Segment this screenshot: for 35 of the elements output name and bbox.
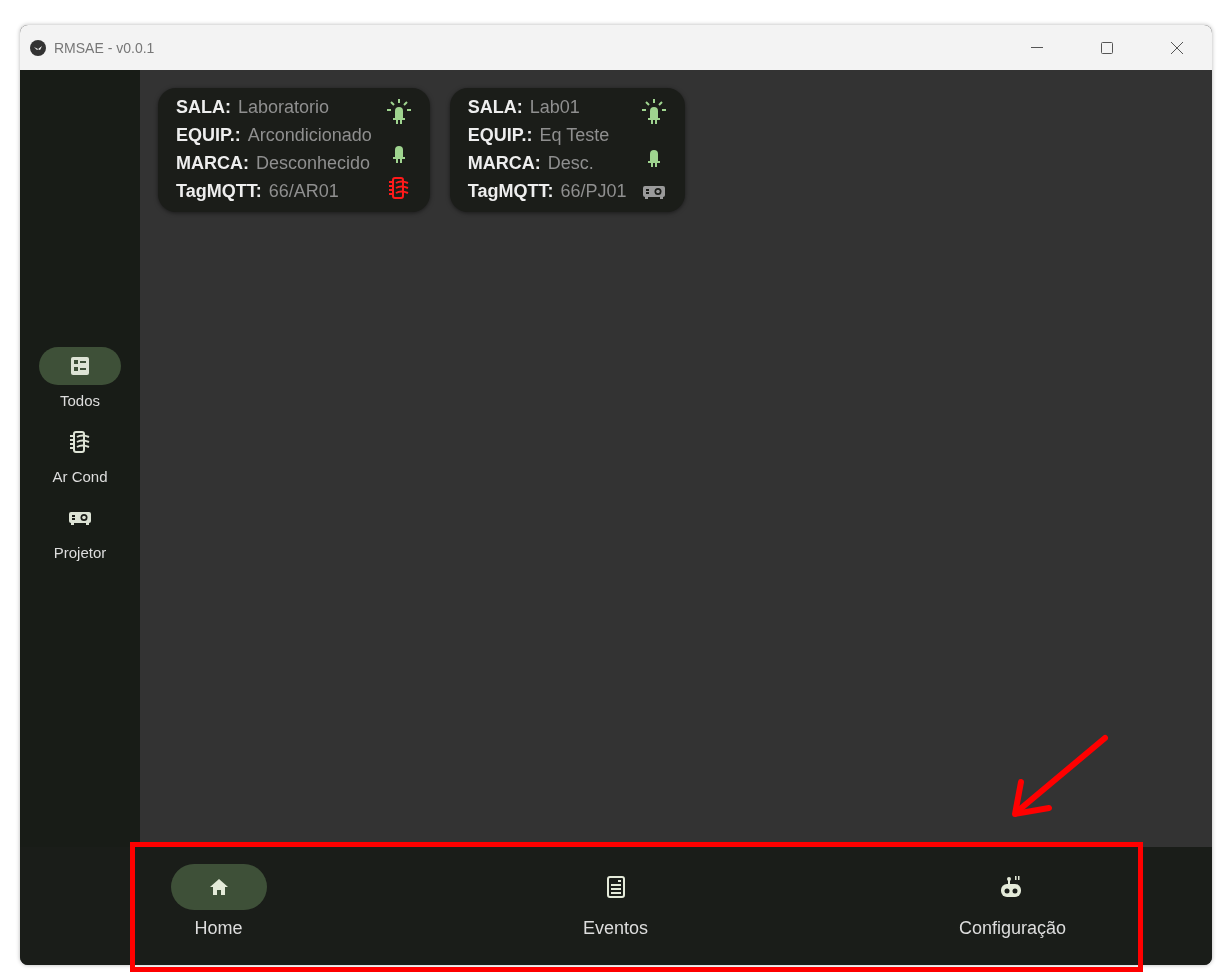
lamp-on-icon [640, 98, 667, 124]
window-title: RMSAE - v0.0.1 [54, 39, 155, 56]
projector-icon [641, 184, 666, 200]
field-value: 66/PJ01 [560, 180, 627, 202]
field-value: Laboratorio [238, 96, 330, 118]
nav-tab[interactable]: Home [170, 864, 267, 965]
field-label: TagMQTT: [467, 180, 554, 202]
sidebar-item[interactable]: Ar Cond [39, 422, 121, 485]
list-icon [70, 355, 90, 376]
app-logo-icon [30, 39, 46, 56]
field-label: TagMQTT: [176, 180, 262, 202]
air-conditioner-icon [387, 176, 410, 200]
maximize-icon[interactable] [1101, 41, 1113, 54]
field-label: SALA: [176, 96, 231, 118]
nav-tab[interactable]: Eventos [567, 864, 664, 965]
field-value: 66/AR01 [268, 180, 339, 202]
field-label: EQUIP.: [176, 124, 241, 146]
air-conditioner-icon [69, 429, 91, 454]
lamp-on-icon [385, 98, 412, 124]
sidebar-item[interactable]: Projetor [39, 498, 121, 561]
projector-icon [68, 509, 92, 526]
close-icon[interactable] [1171, 41, 1183, 54]
field-value: Lab01 [529, 96, 580, 118]
field-label: EQUIP.: [467, 124, 533, 146]
field-value: Eq Teste [539, 124, 610, 146]
minimize-icon[interactable] [1031, 46, 1043, 49]
field-value: Arcondicionado [247, 124, 372, 146]
document-icon [605, 875, 626, 899]
field-value: Desc. [547, 152, 594, 174]
field-value: Desconhecido [256, 152, 371, 174]
field-label: MARCA: [467, 152, 541, 174]
field-label: SALA: [467, 96, 523, 118]
nav-tab[interactable]: Configuração [958, 864, 1067, 965]
field-label: MARCA: [176, 152, 249, 174]
home-icon [208, 878, 229, 896]
